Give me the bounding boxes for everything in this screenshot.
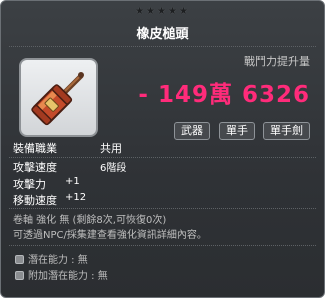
potential-row: 潛在能力 : 無 — [15, 251, 88, 266]
stat-attack-speed-value: 6階段 — [100, 163, 127, 174]
item-icon-frame — [19, 58, 98, 137]
additional-potential-row: 附加潛在能力 : 無 — [15, 267, 108, 282]
required-job-value: 共用 — [100, 142, 122, 155]
tag-one-handed-sword: 單手劍 — [263, 122, 310, 140]
combat-power-value: - 149萬 6326 — [138, 82, 310, 108]
stat-attack-speed-label: 攻擊速度 — [13, 161, 57, 174]
item-name: 橡皮槌頭 — [136, 27, 189, 42]
enhance-help-text: 可透過NPC/採集建查看強化資訊詳細內容。 — [13, 230, 207, 241]
divider — [9, 208, 316, 209]
potential-icon — [15, 255, 24, 264]
stat-attack-value: +1 — [65, 176, 80, 187]
divider — [9, 245, 316, 246]
scroll-enhance-info: 卷軸 強化 無 (剩餘8次,可恢復0次) — [13, 215, 167, 226]
item-tooltip: ★★★★★ 橡皮槌頭 戰鬥力提升量 - 149萬 6326 武器 單手 單手劍 … — [0, 0, 325, 298]
tag-weapon: 武器 — [174, 122, 210, 140]
stat-attack-label: 攻擊力 — [13, 178, 46, 191]
rubber-mallet-icon — [31, 72, 84, 126]
stat-move-speed-value: +12 — [65, 192, 87, 203]
stat-move-speed-label: 移動速度 — [13, 194, 57, 207]
divider — [9, 46, 316, 47]
potential-text: 潛在能力 : 無 — [28, 255, 88, 266]
combat-power-label: 戰鬥力提升量 — [244, 55, 310, 68]
additional-potential-text: 附加潛在能力 : 無 — [28, 271, 108, 282]
divider — [9, 157, 316, 158]
additional-potential-icon — [15, 271, 24, 280]
required-job-label: 裝備職業 — [13, 142, 57, 155]
star-force-stars: ★★★★★ — [135, 6, 190, 17]
tag-one-handed: 單手 — [219, 122, 255, 140]
